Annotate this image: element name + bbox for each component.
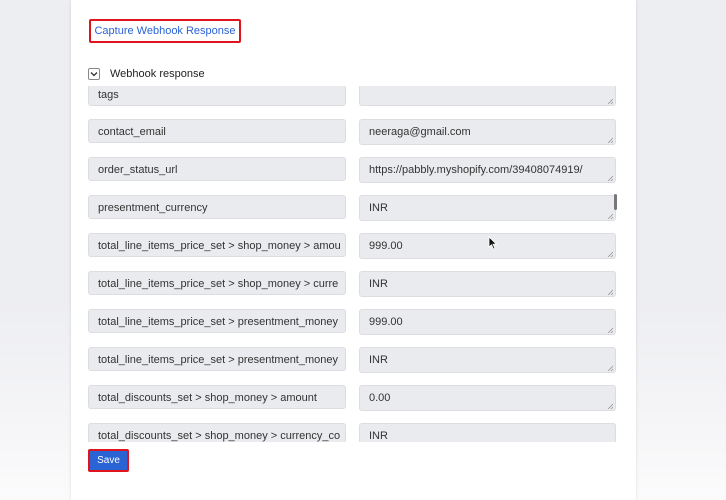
field-key: tags (88, 86, 346, 106)
field-value[interactable]: INR (359, 423, 616, 442)
field-row: total_line_items_price_set > presentment… (71, 309, 636, 335)
field-value[interactable]: INR (359, 195, 616, 221)
field-value[interactable]: neeraga@gmail.com (359, 119, 616, 145)
capture-webhook-response-link[interactable]: Capture Webhook Response (89, 19, 241, 43)
webhook-fields-list[interactable]: tags contact_email neeraga@gmail.com ord… (71, 86, 636, 442)
field-key: total_discounts_set > shop_money > curre… (88, 423, 346, 442)
section-title: Webhook response (110, 68, 205, 80)
field-row: contact_email neeraga@gmail.com (71, 119, 636, 145)
field-key: total_line_items_price_set > shop_money … (88, 233, 346, 257)
field-row: total_discounts_set > shop_money > amoun… (71, 385, 636, 411)
field-value[interactable]: INR (359, 347, 616, 373)
field-value[interactable]: 0.00 (359, 385, 616, 411)
resize-grip-icon[interactable] (607, 98, 613, 104)
scrollbar-thumb[interactable] (614, 194, 617, 210)
field-key: total_line_items_price_set > presentment… (88, 309, 346, 333)
resize-grip-icon[interactable] (607, 327, 613, 333)
field-value[interactable]: https://pabbly.myshopify.com/39408074919… (359, 157, 616, 183)
resize-grip-icon[interactable] (607, 365, 613, 371)
field-row: presentment_currency INR (71, 195, 636, 221)
field-row: total_line_items_price_set > presentment… (71, 347, 636, 373)
field-row: total_line_items_price_set > shop_money … (71, 233, 636, 259)
field-value[interactable] (359, 86, 616, 106)
resize-grip-icon[interactable] (607, 403, 613, 409)
field-row: total_discounts_set > shop_money > curre… (71, 423, 636, 442)
save-button[interactable]: Save (88, 449, 129, 472)
field-key: contact_email (88, 119, 346, 143)
resize-grip-icon[interactable] (607, 289, 613, 295)
resize-grip-icon[interactable] (607, 137, 613, 143)
resize-grip-icon[interactable] (607, 213, 613, 219)
resize-grip-icon[interactable] (607, 175, 613, 181)
field-row: order_status_url https://pabbly.myshopif… (71, 157, 636, 183)
field-row: total_line_items_price_set > shop_money … (71, 271, 636, 297)
field-value[interactable]: INR (359, 271, 616, 297)
field-row: tags (71, 86, 636, 108)
chevron-down-icon (88, 68, 100, 80)
field-key: presentment_currency (88, 195, 346, 219)
field-value[interactable]: 999.00 (359, 309, 616, 335)
webhook-response-toggle[interactable]: Webhook response (88, 68, 205, 80)
field-key: total_line_items_price_set > shop_money … (88, 271, 346, 295)
resize-grip-icon[interactable] (607, 251, 613, 257)
mouse-cursor-icon (488, 236, 498, 250)
field-key: total_line_items_price_set > presentment… (88, 347, 346, 371)
field-key: total_discounts_set > shop_money > amoun… (88, 385, 346, 409)
field-key: order_status_url (88, 157, 346, 181)
